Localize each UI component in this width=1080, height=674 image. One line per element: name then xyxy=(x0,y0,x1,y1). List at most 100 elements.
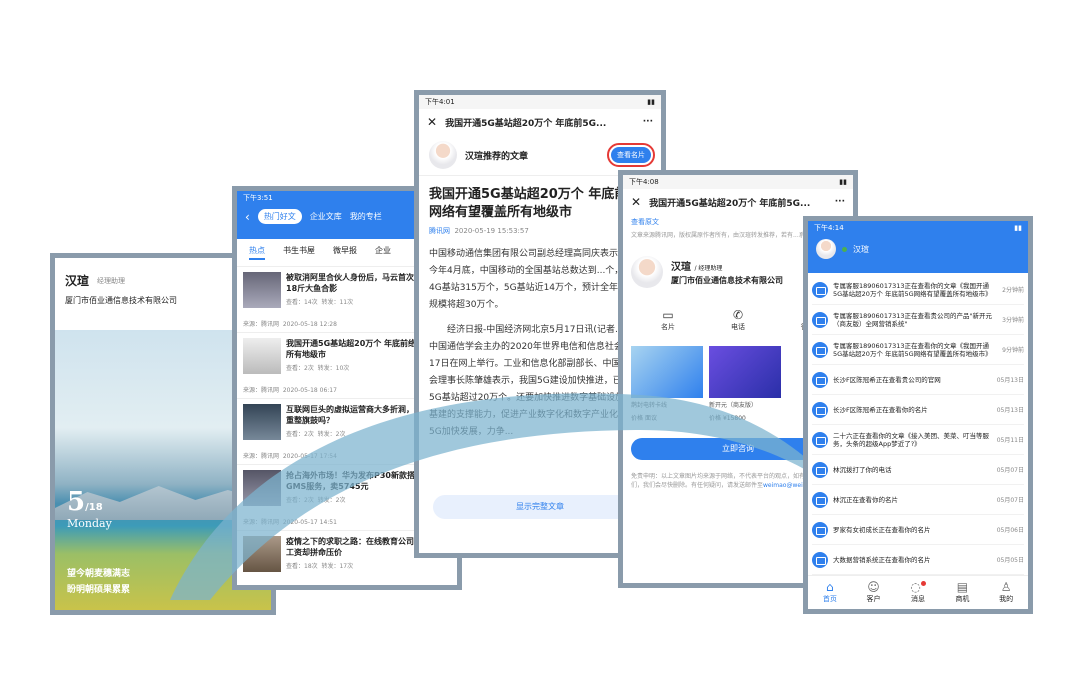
page-title: 我国开通5G基站超20万个 年底前5G... xyxy=(649,198,811,209)
list-item[interactable]: 林沉拨打了你的电话 05月07日 xyxy=(812,455,1024,485)
views: 查看：14次 xyxy=(286,299,318,306)
notification-time: 05月06日 xyxy=(996,527,1024,534)
notification-time: 9分钟前 xyxy=(1002,347,1024,354)
card-name: 汉瑄 xyxy=(671,262,691,273)
nav-me[interactable]: ♙ 我的 xyxy=(999,581,1013,604)
card-name-row: 汉瑄 / 经理助理 xyxy=(671,258,783,273)
poem-line: 望今朝麦穗满志 xyxy=(67,569,131,579)
notification-time: 05月13日 xyxy=(996,377,1024,384)
views: 查看：2次 xyxy=(286,365,314,372)
subtab-morning[interactable]: 微早报 xyxy=(333,245,357,260)
page-title: 我国开通5G基站超20万个 年底前5G... xyxy=(445,118,607,129)
list-item[interactable]: 专属客服18906017313正在查看贵公司的产品"新开元（商友版）全网营销系统… xyxy=(812,305,1024,335)
list-item[interactable]: 大数据营销系统正在查看你的名片 05月05日 xyxy=(812,545,1024,575)
battery-icon: ▮▮ xyxy=(647,98,655,106)
list-item[interactable]: 专属客服18906017313正在查看你的文章《我国开通5G基站超20万个 年底… xyxy=(812,335,1024,365)
date: 2020-05-18 06:17 xyxy=(282,387,337,394)
nav-home[interactable]: ⌂ 首页 xyxy=(823,581,837,604)
message-icon xyxy=(812,341,828,358)
avatar xyxy=(631,256,663,288)
article-thumbnail xyxy=(243,272,281,308)
subtab-enterprise[interactable]: 企业 xyxy=(375,245,391,260)
notification-time: 05月05日 xyxy=(996,557,1024,564)
tab-my-column[interactable]: 我的专栏 xyxy=(350,211,382,222)
source: 来源：腾讯网 xyxy=(243,519,280,526)
list-item[interactable]: 专属客服18906017313正在查看你的文章《我国开通5G基站超20万个 年底… xyxy=(812,275,1024,305)
message-icon xyxy=(812,461,828,478)
status-time: 下午4:14 xyxy=(814,224,844,232)
show-full-article-button[interactable]: 显示完整文章 xyxy=(433,495,647,519)
price-value: 面议 xyxy=(644,415,657,422)
tab-hot-articles[interactable]: 热门好文 xyxy=(257,209,302,224)
list-item[interactable]: 罗家有女初成长正在查看你的名片 05月06日 xyxy=(812,515,1024,545)
article-date: 2020-05-19 15:53:57 xyxy=(454,227,529,235)
list-item[interactable]: 长沙F区陈冠希正在查看你的名片 05月13日 xyxy=(812,395,1024,425)
notification-list: 专属客服18906017313正在查看你的文章《我国开通5G基站超20万个 年底… xyxy=(808,273,1028,577)
nav-label: 商机 xyxy=(955,595,970,603)
nav-opportunities[interactable]: ▤ 商机 xyxy=(955,581,969,604)
status-time: 下午4:08 xyxy=(629,178,659,186)
nav-label: 我的 xyxy=(999,595,1014,603)
article-thumbnail xyxy=(243,470,281,506)
notification-text: 专属客服18906017313正在查看贵公司的产品"新开元（商友版）全网营销系统… xyxy=(833,311,992,328)
nav-bar: ✕ 我国开通5G基站超20万个 年底前5G... ··· xyxy=(419,109,661,135)
views: 查看：2次 xyxy=(286,497,314,504)
views: 查看：2次 xyxy=(286,431,314,438)
card-title: / 经理助理 xyxy=(694,265,723,272)
action-card[interactable]: ▭ 名片 xyxy=(661,308,675,332)
list-item[interactable]: 二十六正在查看你的文章《接入美团、美菜、叮当等服务，头条的超级App梦近了?》 0… xyxy=(812,425,1024,455)
back-icon[interactable]: ‹ xyxy=(245,210,250,224)
date-day: 5 xyxy=(67,487,86,517)
source: 来源：腾讯网 xyxy=(243,387,280,394)
product-image[interactable] xyxy=(709,346,781,398)
action-phone[interactable]: ✆ 电话 xyxy=(731,308,745,332)
notification-text: 专属客服18906017313正在查看你的文章《我国开通5G基站超20万个 年底… xyxy=(833,341,992,358)
message-icon xyxy=(812,551,828,568)
profile-row[interactable]: 汉瑄 xyxy=(808,235,1028,263)
article-source: 来源：腾讯网 2020-05-17 17:54 xyxy=(243,451,337,460)
status-bar: 下午4:01 ▮▮ xyxy=(419,95,661,109)
nav-customers[interactable]: ☺ 客户 xyxy=(867,581,881,604)
list-item[interactable]: 长沙F区陈冠希正在查看贵公司的官网 05月13日 xyxy=(812,365,1024,395)
notification-text: 林沉正在查看你的名片 xyxy=(833,495,898,504)
notification-time: 05月07日 xyxy=(996,497,1024,504)
article-thumbnail xyxy=(243,536,281,572)
more-icon[interactable]: ··· xyxy=(643,117,653,127)
message-icon xyxy=(812,431,828,448)
status-bar: 下午4:14 ▮▮ xyxy=(808,221,1028,235)
notification-text: 专属客服18906017313正在查看你的文章《我国开通5G基站超20万个 年底… xyxy=(833,281,992,298)
subtab-hot[interactable]: 热点 xyxy=(249,245,265,260)
card-icon: ▭ xyxy=(662,308,674,322)
status-bar: 下午4:08 ▮▮ xyxy=(623,175,853,189)
action-label: 名片 xyxy=(661,323,675,331)
author-name: 汉瑄推荐的文章 xyxy=(465,151,529,162)
close-icon[interactable]: ✕ xyxy=(427,115,437,129)
notification-text: 长沙F区陈冠希正在查看你的名片 xyxy=(833,405,928,414)
card-name: 汉瑄 xyxy=(65,274,90,288)
card-company: 厦门市佰业通信息技术有限公司 xyxy=(671,276,783,285)
avatar xyxy=(816,239,836,259)
nav-messages[interactable]: ◌ 消息 xyxy=(910,581,926,604)
product-name: 新开元（商友版） xyxy=(709,402,758,409)
date: 2020-05-18 12:28 xyxy=(282,321,337,328)
view-card-button[interactable]: 查看名片 xyxy=(607,143,655,167)
subtab-books[interactable]: 书生书屋 xyxy=(283,245,315,260)
notification-text: 罗家有女初成长正在查看你的名片 xyxy=(833,525,931,534)
price-label: 价格 xyxy=(631,415,644,422)
article-source: 腾讯网 xyxy=(429,227,450,235)
more-icon[interactable]: ··· xyxy=(835,197,845,207)
message-icon xyxy=(812,371,828,388)
user-icon: ☺ xyxy=(867,580,880,594)
phone-icon: ✆ xyxy=(732,308,744,322)
tab-company-library[interactable]: 企业文库 xyxy=(310,211,342,222)
status-time: 下午3:51 xyxy=(243,194,273,202)
product-image[interactable] xyxy=(631,346,703,398)
collage: 汉瑄 经理助理 厦门市佰业通信息技术有限公司 5/18 Monday 望今朝麦穗… xyxy=(0,0,1080,674)
views: 查看：18次 xyxy=(286,563,318,570)
list-item[interactable]: 林沉正在查看你的名片 05月07日 xyxy=(812,485,1024,515)
notification-text: 大数据营销系统正在查看你的名片 xyxy=(833,555,931,564)
close-icon[interactable]: ✕ xyxy=(631,195,641,209)
message-icon xyxy=(812,281,828,298)
date: 2020-05-17 14:51 xyxy=(282,519,337,526)
message-icon xyxy=(812,311,828,328)
